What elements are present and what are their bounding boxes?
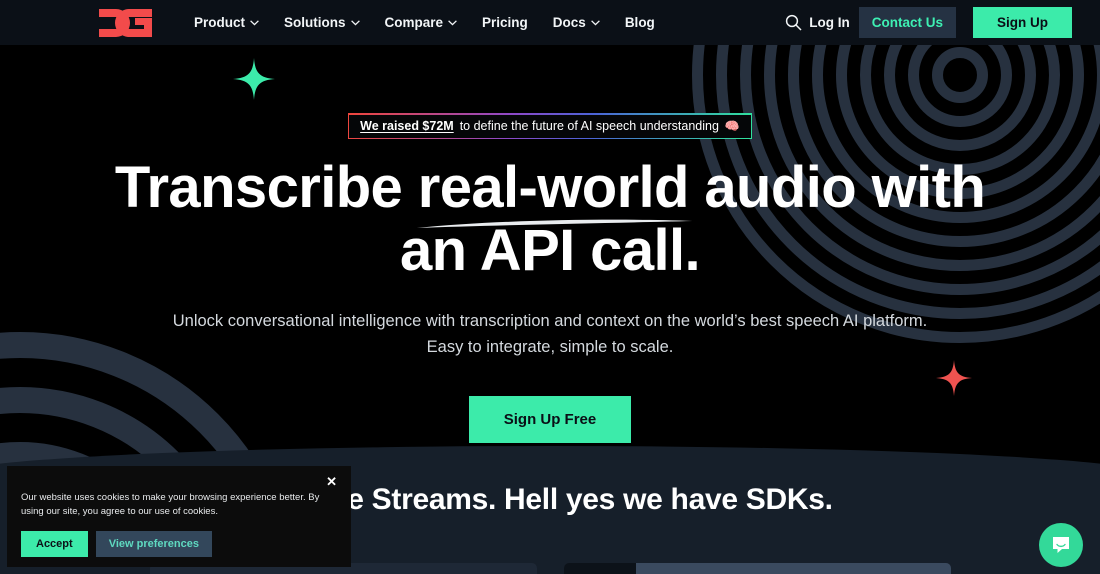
chevron-down-icon (250, 19, 259, 26)
headline-highlight-text: real-world (417, 155, 690, 220)
nav-item-label: Pricing (482, 15, 528, 30)
subtitle-line-2: Easy to integrate, simple to scale. (426, 337, 674, 356)
cookie-actions: Accept View preferences (21, 530, 337, 557)
feature-card-right[interactable] (563, 563, 951, 574)
view-preferences-button[interactable]: View preferences (95, 530, 212, 557)
nav-item-label: Blog (624, 15, 655, 30)
nav-item-compare[interactable]: Compare (385, 15, 458, 30)
announcement-link[interactable]: We raised $72M (360, 119, 454, 133)
nav-item-solutions[interactable]: Solutions (284, 15, 360, 30)
sign-up-button[interactable]: Sign Up (973, 7, 1072, 38)
page-title: Transcribe real-world audio with an API … (0, 156, 1100, 282)
announcement-banner[interactable]: We raised $72M to define the future of A… (347, 113, 753, 139)
announcement-inner: We raised $72M to define the future of A… (349, 114, 751, 138)
hero-subtitle: Unlock conversational intelligence with … (0, 309, 1100, 359)
chat-widget-button[interactable] (1039, 523, 1083, 567)
deepgram-logo[interactable] (99, 8, 155, 37)
nav-item-label: Product (194, 15, 246, 30)
subtitle-line-1: Unlock conversational intelligence with … (172, 312, 928, 331)
contact-us-button[interactable]: Contact Us (858, 7, 956, 38)
accept-cookies-button[interactable]: Accept (21, 530, 88, 557)
nav-item-label: Compare (384, 15, 444, 30)
close-icon[interactable]: ✕ (326, 475, 337, 488)
page-root: Product Solutions Compare Pricing Docs B… (0, 0, 1100, 574)
nav-item-label: Solutions (284, 15, 346, 30)
hero-section: We raised $72M to define the future of A… (0, 45, 1100, 443)
sign-up-free-button[interactable]: Sign Up Free (468, 395, 632, 443)
chevron-down-icon (350, 19, 360, 26)
header-actions: Log In Contact Us Sign Up (785, 7, 1072, 38)
nav-item-pricing[interactable]: Pricing (482, 15, 528, 30)
announcement-text: to define the future of AI speech unders… (459, 118, 719, 133)
main-navigation: Product Solutions Compare Pricing Docs B… (194, 15, 655, 30)
nav-item-docs[interactable]: Docs (553, 15, 600, 30)
nav-item-product[interactable]: Product (194, 15, 259, 30)
chat-bubble-icon (1053, 537, 1069, 553)
cookie-message: Our website uses cookies to make your br… (21, 492, 320, 518)
headline-highlight: real-world (416, 155, 693, 229)
card-content-strip (635, 563, 951, 574)
brain-emoji: 🧠 (724, 118, 740, 133)
login-link[interactable]: Log In (809, 15, 850, 30)
site-header: Product Solutions Compare Pricing Docs B… (0, 0, 1100, 45)
search-icon[interactable] (785, 14, 802, 31)
nav-item-label: Docs (552, 15, 586, 30)
underline-swoosh-icon (416, 219, 693, 229)
card-sidebar-strip (563, 563, 636, 574)
headline-post: audio with (688, 155, 986, 220)
cta-wrapper: Sign Up Free (0, 395, 1100, 443)
cookie-consent-banner: ✕ Our website uses cookies to make your … (7, 466, 351, 567)
nav-item-blog[interactable]: Blog (625, 15, 655, 30)
chevron-down-icon (448, 19, 457, 26)
announcement-wrapper: We raised $72M to define the future of A… (0, 113, 1100, 139)
headline-pre: Transcribe (114, 155, 418, 220)
chevron-down-icon (590, 19, 600, 26)
